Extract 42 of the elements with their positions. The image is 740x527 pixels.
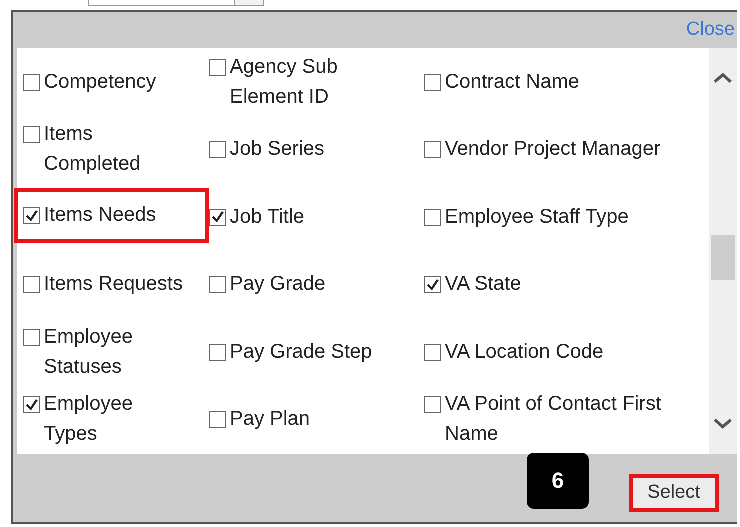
option-label: VA State: [445, 272, 522, 298]
checkbox[interactable]: [209, 208, 226, 226]
option-label: Items Needs: [44, 203, 156, 228]
option-label: Job Series: [230, 137, 324, 162]
option-label: Employee Staff Type: [445, 204, 629, 230]
scroll-up-icon[interactable]: [713, 72, 733, 84]
checkbox[interactable]: [209, 58, 226, 76]
checkbox[interactable]: [209, 141, 226, 158]
checkbox[interactable]: [23, 207, 40, 224]
scroll-thumb[interactable]: [711, 235, 735, 280]
checkbox[interactable]: [424, 74, 441, 91]
select-button[interactable]: Select: [629, 474, 719, 512]
checkbox[interactable]: [209, 276, 226, 294]
option-label: Competency: [44, 70, 156, 95]
scrollbar[interactable]: [709, 48, 737, 454]
option-label: Job Title: [230, 204, 304, 230]
option-label: Vendor Project Manager: [445, 137, 661, 162]
checkbox[interactable]: [23, 126, 40, 144]
checkbox[interactable]: [23, 396, 40, 414]
checkbox[interactable]: [424, 396, 441, 414]
option-label: Employee Statuses: [44, 324, 134, 380]
checkbox[interactable]: [23, 276, 40, 294]
option-label: Pay Grade: [230, 272, 326, 298]
option-label: Pay Plan: [230, 407, 310, 432]
option-label: Items Requests: [44, 272, 183, 298]
step-badge: 6: [527, 453, 589, 509]
option-label: Agency Sub Element ID: [230, 54, 339, 110]
option-label: Employee Types: [44, 392, 134, 448]
checkbox[interactable]: [424, 276, 441, 294]
checkbox[interactable]: [209, 411, 226, 428]
option-label: VA Point of Contact First Name: [445, 392, 662, 448]
checkbox[interactable]: [424, 141, 441, 158]
checkbox[interactable]: [209, 344, 226, 361]
option-label: Contract Name: [445, 70, 580, 95]
option-label: Pay Grade Step: [230, 340, 372, 365]
option-label: Items Completed: [44, 122, 142, 178]
checkbox[interactable]: [23, 328, 40, 346]
checkbox[interactable]: [23, 74, 40, 91]
option-label: VA Location Code: [445, 340, 604, 365]
scroll-down-icon[interactable]: [713, 418, 733, 430]
checkbox[interactable]: [424, 208, 441, 226]
checkbox[interactable]: [424, 344, 441, 361]
